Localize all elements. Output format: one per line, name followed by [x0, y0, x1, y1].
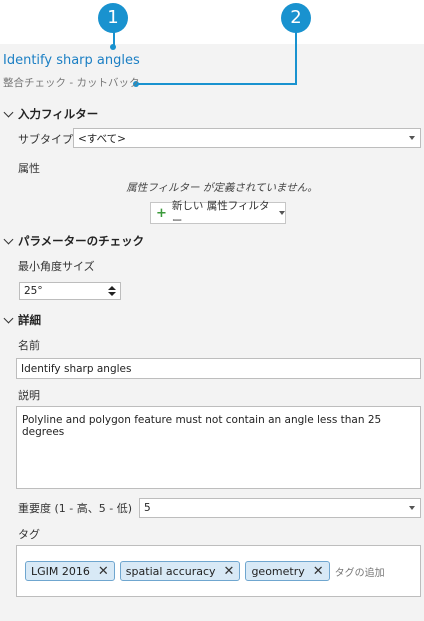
tags-input[interactable]: LGIM 2016 ✕ spatial accuracy ✕ geometry … — [16, 545, 421, 597]
add-tag-placeholder[interactable]: タグの追加 — [335, 564, 385, 579]
name-value: Identify sharp angles — [21, 362, 132, 375]
dropdown-arrow-icon — [279, 211, 285, 215]
section-parameters-label: パラメーターのチェック — [18, 234, 145, 248]
severity-value: 5 — [144, 502, 151, 514]
name-label: 名前 — [18, 339, 40, 352]
callout-2-leader-horizontal — [136, 83, 297, 85]
min-angle-value: 25° — [24, 285, 43, 297]
attribute-filter-note: 属性フィルター が定義されていません。 — [126, 182, 318, 194]
attribute-label: 属性 — [18, 162, 40, 175]
new-attribute-filter-button[interactable]: + 新しい 属性フィルター — [150, 200, 286, 227]
subtype-value: <すべて> — [78, 132, 126, 145]
section-input-filter-label: 入力フィルター — [18, 107, 99, 121]
top-area — [0, 0, 424, 44]
tag-chip-label: geometry — [251, 564, 305, 578]
description-label: 説明 — [18, 389, 40, 402]
tag-chip[interactable]: geometry ✕ — [245, 561, 330, 581]
severity-select[interactable]: 5 — [139, 498, 421, 518]
plus-icon: + — [156, 205, 167, 221]
tag-chip-label: spatial accuracy — [125, 564, 216, 578]
section-details[interactable]: 詳細 — [3, 312, 41, 328]
chevron-down-icon — [3, 107, 14, 117]
callout-2-badge: 2 — [281, 3, 311, 33]
description-textarea[interactable]: Polyline and polygon feature must not co… — [16, 406, 421, 489]
remove-tag-icon[interactable]: ✕ — [98, 565, 109, 578]
section-details-label: 詳細 — [18, 313, 41, 327]
subtype-select[interactable]: <すべて> — [73, 128, 421, 148]
callout-1-endpoint — [110, 44, 116, 50]
dropdown-caret-icon — [409, 136, 415, 140]
subtype-label: サブタイプ — [18, 133, 73, 146]
tags-label: タグ — [18, 528, 40, 541]
remove-tag-icon[interactable]: ✕ — [224, 565, 235, 578]
spinner-arrows-icon[interactable] — [108, 286, 116, 296]
callout-1-badge: 1 — [98, 3, 128, 33]
severity-label: 重要度 (1 - 高、5 - 低) — [18, 502, 133, 515]
chevron-down-icon — [3, 234, 14, 244]
remove-tag-icon[interactable]: ✕ — [313, 565, 324, 578]
description-value: Polyline and polygon feature must not co… — [22, 414, 382, 438]
rule-subtitle: 整合チェック - カットバック — [3, 77, 140, 89]
section-parameters[interactable]: パラメーターのチェック — [3, 233, 145, 249]
callout-2-leader-vertical — [295, 30, 297, 84]
new-attribute-filter-label: 新しい 属性フィルター — [171, 200, 270, 227]
min-angle-spinner[interactable]: 25° — [19, 282, 121, 300]
min-angle-label: 最小角度サイズ — [18, 260, 95, 273]
tag-chip[interactable]: LGIM 2016 ✕ — [25, 561, 115, 581]
tag-chip[interactable]: spatial accuracy ✕ — [119, 561, 241, 581]
tag-chip-label: LGIM 2016 — [31, 564, 90, 578]
dropdown-caret-icon — [409, 506, 415, 510]
chevron-down-icon — [3, 313, 14, 323]
name-input[interactable]: Identify sharp angles — [16, 358, 421, 379]
rule-title: Identify sharp angles — [3, 53, 140, 68]
section-input-filter[interactable]: 入力フィルター — [3, 106, 99, 122]
